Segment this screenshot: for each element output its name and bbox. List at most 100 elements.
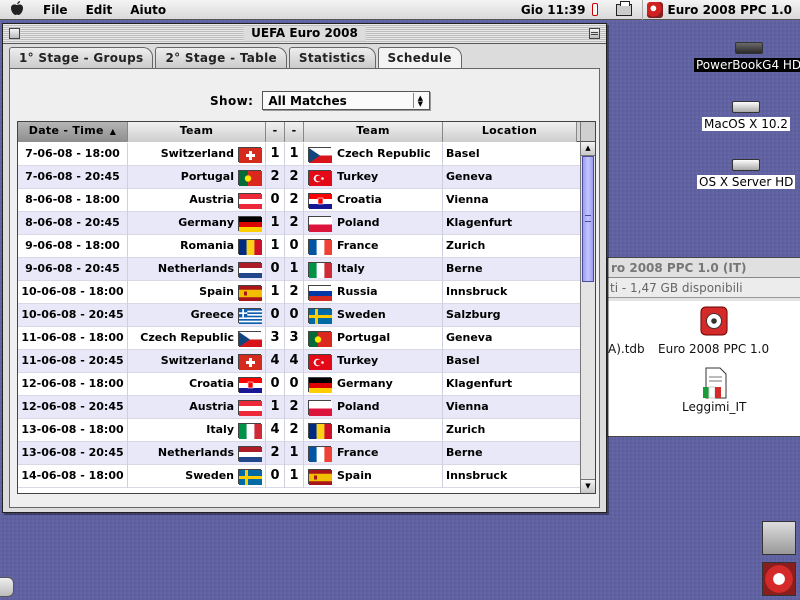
table-row[interactable]: 14-06-08 - 18:00 Sweden 0 1 Spain Innsbruck bbox=[18, 464, 581, 488]
table-row[interactable]: 13-06-08 - 20:45 Netherlands 2 1 France Berne bbox=[18, 441, 581, 465]
away-score: 2 bbox=[285, 188, 304, 212]
zoom-box-icon[interactable] bbox=[589, 28, 600, 39]
match-date: 7-06-08 - 20:45 bbox=[18, 165, 128, 189]
home-team-cell: Germany bbox=[128, 211, 266, 235]
table-row[interactable]: 10-06-08 - 18:00 Spain 1 2 Russia Innsbruck bbox=[18, 280, 581, 304]
table-header: Date - Time ▲ Team - - Team Location bbox=[18, 122, 595, 142]
table-row[interactable]: 12-06-08 - 20:45 Austria 1 2 Poland Vienna bbox=[18, 395, 581, 419]
table-row[interactable]: 8-06-08 - 18:00 Austria 0 2 Croatia Vienna bbox=[18, 188, 581, 212]
column-header-team2[interactable]: Team bbox=[304, 122, 443, 142]
disk-label: OS X Server HD bbox=[697, 175, 796, 189]
home-team-name: Austria bbox=[189, 193, 234, 206]
apple-menu-icon[interactable] bbox=[0, 0, 34, 20]
finder-dock-icon[interactable] bbox=[762, 521, 796, 555]
menu-aiuto[interactable]: Aiuto bbox=[121, 3, 175, 17]
select-arrows-icon: ▲ ▼ bbox=[413, 93, 426, 108]
away-team-cell: Romania bbox=[304, 418, 443, 442]
away-team-cell: Russia bbox=[304, 280, 443, 304]
home-team-cell: Italy bbox=[128, 418, 266, 442]
disk-label: MacOS X 10.2 bbox=[702, 117, 790, 131]
home-team-name: Italy bbox=[206, 423, 234, 436]
column-header-location[interactable]: Location bbox=[443, 122, 577, 142]
scroll-down-arrow-icon[interactable]: ▼ bbox=[581, 479, 595, 493]
finder-window-title[interactable]: ro 2008 PPC 1.0 (IT) bbox=[608, 258, 800, 278]
away-team-flag-icon bbox=[308, 192, 332, 209]
home-team-name: Switzerland bbox=[160, 147, 234, 160]
euro-2008-app-icon[interactable] bbox=[700, 305, 728, 337]
app-file-name[interactable]: Euro 2008 PPC 1.0 bbox=[658, 342, 769, 356]
window-title: UEFA Euro 2008 bbox=[243, 26, 366, 41]
table-row[interactable]: 9-06-08 - 20:45 Netherlands 0 1 Italy Berne bbox=[18, 257, 581, 281]
away-team-name: Czech Republic bbox=[337, 147, 431, 160]
away-score: 2 bbox=[285, 280, 304, 304]
home-team-name: Croatia bbox=[189, 377, 234, 390]
vertical-scrollbar[interactable]: ▲ ▼ bbox=[580, 122, 595, 493]
menu-clock[interactable]: Gio 11:39 bbox=[515, 3, 592, 17]
scroll-thumb[interactable] bbox=[582, 156, 594, 282]
printer-icon[interactable] bbox=[615, 0, 632, 16]
menu-edit[interactable]: Edit bbox=[77, 3, 122, 17]
home-team-cell: Austria bbox=[128, 395, 266, 419]
scroll-up-arrow-icon[interactable]: ▲ bbox=[581, 142, 595, 156]
away-team-flag-icon bbox=[308, 376, 332, 393]
table-row[interactable]: 11-06-08 - 18:00 Czech Republic 3 3 Portugal… bbox=[18, 326, 581, 350]
disk-osx-server[interactable]: OS X Server HD bbox=[697, 159, 796, 189]
home-team-name: Sweden bbox=[185, 469, 234, 482]
table-row[interactable]: 11-06-08 - 20:45 Switzerland 4 4 Turkey Basel bbox=[18, 349, 581, 373]
tab-statistics[interactable]: Statistics bbox=[288, 47, 376, 69]
table-row[interactable]: 13-06-08 - 18:00 Italy 4 2 Romania Zurich bbox=[18, 418, 581, 442]
tdb-file-name[interactable]: A).tdb bbox=[608, 342, 645, 356]
away-team-flag-icon bbox=[308, 422, 332, 439]
application-menu[interactable]: Euro 2008 PPC 1.0 bbox=[641, 0, 800, 20]
control-strip-tab[interactable] bbox=[0, 577, 14, 597]
away-team-name: Turkey bbox=[337, 170, 379, 183]
away-team-cell: Turkey bbox=[304, 165, 443, 189]
match-location: Innsbruck bbox=[446, 284, 508, 298]
table-row[interactable]: 9-06-08 - 18:00 Romania 1 0 France Zurich bbox=[18, 234, 581, 258]
tab-schedule[interactable]: Schedule bbox=[377, 47, 462, 70]
euro-2008-app-icon bbox=[646, 1, 663, 18]
table-row[interactable]: 7-06-08 - 18:00 Switzerland 1 1 Czech Republ… bbox=[18, 142, 581, 166]
away-team-name: Spain bbox=[337, 469, 372, 482]
table-row[interactable]: 8-06-08 - 20:45 Germany 1 2 Poland Klagenfurt bbox=[18, 211, 581, 235]
euro-2008-dock-icon[interactable] bbox=[762, 562, 796, 596]
column-header-score1[interactable]: - bbox=[266, 122, 285, 142]
table-row[interactable]: 10-06-08 - 20:45 Greece 0 0 Sweden Salzburg bbox=[18, 303, 581, 327]
home-score: 2 bbox=[266, 165, 285, 189]
home-team-name: Greece bbox=[190, 308, 234, 321]
away-team-flag-icon bbox=[308, 238, 332, 255]
table-row[interactable]: 12-06-08 - 18:00 Croatia 0 0 Germany Klagenfu… bbox=[18, 372, 581, 396]
match-date: 12-06-08 - 18:00 bbox=[18, 372, 128, 396]
away-team-cell: Turkey bbox=[304, 349, 443, 373]
match-location: Klagenfurt bbox=[446, 215, 513, 229]
column-header-score2[interactable]: - bbox=[285, 122, 304, 142]
table-row[interactable]: 7-06-08 - 20:45 Portugal 2 2 Turkey Geneva bbox=[18, 165, 581, 189]
home-team-flag-icon bbox=[238, 307, 262, 324]
scrollbar-corner bbox=[581, 122, 595, 142]
away-team-name: Sweden bbox=[337, 308, 386, 321]
away-team-cell: Poland bbox=[304, 395, 443, 419]
away-score: 1 bbox=[285, 464, 304, 488]
match-date: 12-06-08 - 20:45 bbox=[18, 395, 128, 419]
match-date: 9-06-08 - 20:45 bbox=[18, 257, 128, 281]
match-location: Basel bbox=[446, 146, 480, 160]
show-select[interactable]: All Matches ▲ ▼ bbox=[262, 91, 431, 110]
match-location: Zurich bbox=[446, 238, 486, 252]
window-title-bar[interactable]: UEFA Euro 2008 bbox=[3, 24, 606, 44]
home-team-name: Switzerland bbox=[160, 354, 234, 367]
match-date: 8-06-08 - 20:45 bbox=[18, 211, 128, 235]
readme-file-name[interactable]: Leggimi_IT bbox=[682, 400, 746, 414]
finder-window[interactable]: ro 2008 PPC 1.0 (IT) ti - 1,47 GB dispon… bbox=[607, 257, 800, 437]
menu-file[interactable]: File bbox=[34, 3, 77, 17]
column-header-team1[interactable]: Team bbox=[128, 122, 266, 142]
tab-groups[interactable]: 1° Stage - Groups bbox=[9, 47, 154, 69]
disk-macos-x[interactable]: MacOS X 10.2 bbox=[702, 101, 790, 131]
column-header-date[interactable]: Date - Time ▲ bbox=[18, 122, 128, 142]
away-team-cell: France bbox=[304, 441, 443, 465]
readme-document-icon[interactable] bbox=[701, 367, 729, 399]
home-team-flag-icon bbox=[238, 353, 262, 370]
match-date: 9-06-08 - 18:00 bbox=[18, 234, 128, 258]
close-box-icon[interactable] bbox=[9, 28, 20, 39]
tab-table[interactable]: 2° Stage - Table bbox=[155, 47, 287, 69]
disk-powerbookg4[interactable]: PowerBookG4 HD bbox=[694, 42, 800, 72]
